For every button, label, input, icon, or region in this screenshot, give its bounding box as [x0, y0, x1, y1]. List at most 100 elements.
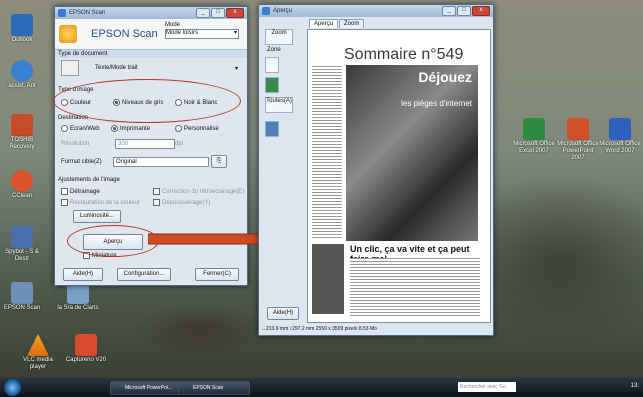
vlc-cone-icon: [27, 334, 49, 356]
highlight-preview-button: [67, 225, 159, 257]
task-epson-scan[interactable]: EPSON Scan: [178, 381, 250, 395]
resolution-unit: dpi: [175, 141, 184, 147]
doc-type-header: Type de document: [55, 49, 247, 58]
desktop-icon-outlook[interactable]: Outlook: [0, 14, 44, 44]
minimize-button[interactable]: _: [196, 8, 210, 18]
radio-ecran-web[interactable]: Ecran/Web: [61, 125, 100, 132]
icon-label: TOSHIB Recovery: [9, 137, 35, 150]
toshiba-icon: [11, 114, 33, 136]
format-settings-icon[interactable]: ⎘: [211, 155, 227, 168]
close-window-button[interactable]: x: [472, 6, 490, 16]
spybot-icon: [11, 226, 33, 248]
scanned-page: Sommaire n°549 Déjouez les pièges d'inte…: [307, 29, 491, 323]
check-detramage[interactable]: Détramage: [61, 188, 100, 195]
check-retroeclairage[interactable]: Correction du rétroéclairage(E): [153, 188, 244, 195]
icon-label: VLC media player: [23, 357, 53, 370]
epson-titlebar[interactable]: EPSON Scan _ □ x: [55, 7, 247, 19]
auto-zone-icon[interactable]: [265, 77, 279, 93]
magazine-title: Sommaire n°549: [344, 46, 464, 63]
zoom-tool-button[interactable]: Zoom: [265, 29, 293, 45]
check-depoussierage[interactable]: Dépoussiérage(Y): [153, 199, 210, 206]
zone-label: Zone: [267, 47, 281, 53]
toutes-button[interactable]: Toutes(A): [265, 97, 293, 113]
doc-type-dropdown-icon[interactable]: ▾: [235, 65, 238, 72]
maximize-button[interactable]: □: [457, 6, 471, 16]
scanner-icon: [58, 9, 66, 17]
icon-label: CClean: [11, 193, 32, 199]
radio-personnalise[interactable]: Personnalisé: [175, 125, 219, 132]
mode-label: Mode: [165, 22, 181, 28]
icon-label: Microsoft Office Excel 2007: [513, 141, 555, 154]
tab-zoom[interactable]: Zoom: [339, 19, 365, 28]
close-button[interactable]: Fermer(C): [195, 268, 239, 281]
ccleaner-icon: [11, 170, 33, 192]
format-label: Format cible(Z): [61, 159, 102, 165]
word-icon: [609, 118, 631, 140]
mode-group: Mode Mode loisirs: [165, 22, 239, 39]
close-window-button[interactable]: x: [226, 8, 244, 18]
search-box[interactable]: Rechercher avec Go: [458, 382, 516, 392]
desktop-icon-ccleaner[interactable]: CClean: [0, 170, 44, 200]
clock: 13:: [630, 383, 639, 389]
desktop-icon-assistant[interactable]: assist. Ant: [0, 60, 44, 90]
window-title: EPSON Scan: [69, 10, 106, 16]
desktop-icon-spybot[interactable]: Spybot - S & Destr: [0, 226, 44, 263]
magazine-cover-image: Déjouez les pièges d'internet: [346, 65, 478, 241]
help-button[interactable]: Aide(H): [267, 307, 299, 320]
assistant-icon: [11, 60, 33, 82]
start-button[interactable]: [4, 379, 21, 396]
maximize-button[interactable]: □: [211, 8, 225, 18]
desktop-icon-excel[interactable]: Microsoft Office Excel 2007: [512, 118, 556, 155]
epson-logo-icon: [59, 25, 77, 43]
scanner-icon: [11, 282, 33, 304]
preview-tabs: Aperçu Zoom: [309, 19, 365, 28]
desktop-icon-toshiba[interactable]: TOSHIB Recovery: [0, 114, 44, 151]
radio-imprimante[interactable]: Imprimante: [111, 125, 150, 132]
text-block: [350, 258, 480, 316]
icon-label: EPSON Scan: [3, 305, 41, 311]
luminosity-button[interactable]: Luminosité...: [73, 210, 121, 223]
check-restauration[interactable]: Restauration de la couleur: [61, 199, 140, 206]
tab-apercu[interactable]: Aperçu: [309, 19, 339, 28]
window-title: Aperçu: [273, 8, 293, 14]
select-zone-icon[interactable]: [265, 57, 279, 73]
photo: [312, 244, 344, 314]
configuration-button[interactable]: Configuration...: [117, 268, 171, 281]
icon-label: Microsoft Office Word 2007: [599, 141, 641, 154]
task-powerpoint[interactable]: Microsoft PowerPoi...: [110, 381, 186, 395]
icon-label: Spybot - S & Destr: [5, 249, 39, 262]
desktop-icon-epson-scan[interactable]: EPSON Scan: [0, 282, 44, 312]
desktop-icon-clarte[interactable]: la Sra de Clarts: [56, 282, 100, 312]
desktop-icon-powerpoint[interactable]: Microsoft Office PowerPoint 2007: [556, 118, 600, 162]
outlook-icon: [11, 14, 33, 36]
epson-header: EPSON Scan Mode Mode loisirs: [55, 19, 247, 49]
powerpoint-icon: [567, 118, 589, 140]
magazine-headline: Déjouez: [418, 69, 472, 85]
resolution-label: Résolution: [61, 141, 90, 147]
status-bar: ↔213.9 mm ↕297.2 mm 2550 x 3509 pixels 8…: [261, 326, 377, 332]
icon-label: Capturerio V20: [65, 357, 107, 363]
preview-window: Aperçu _ □ x Aperçu Zoom Zoom Zone Toute…: [258, 4, 494, 336]
resolution-select[interactable]: 300: [115, 139, 175, 149]
marquee-tool-icon[interactable]: [265, 121, 279, 137]
camera-icon: [75, 334, 97, 356]
minimize-button[interactable]: _: [442, 6, 456, 16]
adjust-label: Ajustements de l'image: [58, 177, 120, 183]
preview-titlebar[interactable]: Aperçu _ □ x: [259, 5, 493, 17]
icon-label: la Sra de Clarts: [57, 305, 99, 311]
text-column: [312, 66, 342, 238]
icon-label: assist. Ant: [8, 83, 36, 89]
excel-icon: [523, 118, 545, 140]
epson-brand: EPSON Scan: [91, 28, 158, 40]
magazine-subhead: les pièges d'internet: [401, 99, 472, 108]
scanner-icon: [262, 7, 270, 15]
doc-type-value[interactable]: Texte/Mode trait: [95, 65, 138, 71]
format-select[interactable]: Original: [113, 157, 209, 167]
desktop-icon-word[interactable]: Microsoft Office Word 2007: [598, 118, 642, 155]
desktop-icon-capture[interactable]: Capturerio V20: [64, 334, 108, 364]
help-button[interactable]: Aide(H): [63, 268, 103, 281]
document-icon: [61, 60, 79, 76]
desktop-icon-vlc[interactable]: VLC media player: [16, 334, 60, 371]
mode-select[interactable]: Mode loisirs: [165, 29, 239, 39]
icon-label: Outlook: [11, 37, 33, 43]
